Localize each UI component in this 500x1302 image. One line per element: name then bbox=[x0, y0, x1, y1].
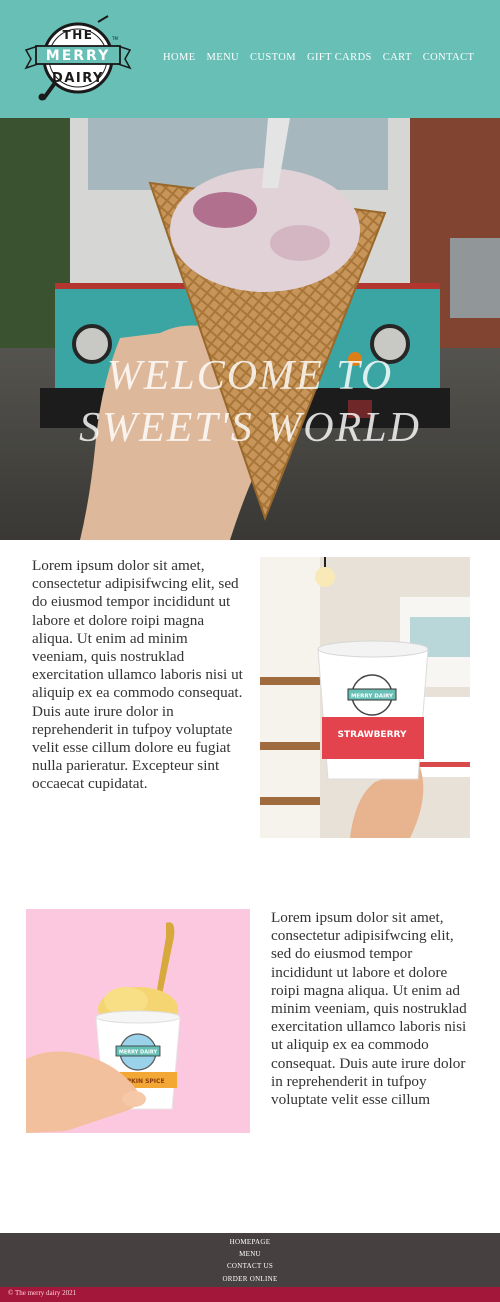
copyright-bar: © The merry dairy 2021 bbox=[0, 1287, 500, 1302]
nav-contact[interactable]: CONTACT bbox=[423, 52, 475, 63]
hero-title-line-2: SWEET'S WORLD bbox=[79, 405, 421, 451]
site-header: THE MERRY DAIRY TM HOME MENU CUSTOM GIFT… bbox=[0, 0, 500, 118]
nav-gift-cards[interactable]: GIFT CARDS bbox=[307, 52, 372, 63]
hero-image bbox=[0, 118, 500, 540]
pumpkin-spice-cup-photo: MERRY DAIRY PUMPKIN SPICE bbox=[26, 909, 250, 1133]
strawberry-cup-photo: MERRY DAIRY STRAWBERRY bbox=[260, 557, 470, 838]
logo-trademark: TM bbox=[111, 36, 118, 41]
intro-paragraph: Lorem ipsum dolor sit amet, consectetur … bbox=[32, 557, 243, 793]
nav-home[interactable]: HOME bbox=[163, 52, 196, 63]
footer-link-order-online[interactable]: ORDER ONLINE bbox=[0, 1273, 500, 1285]
nav-custom[interactable]: CUSTOM bbox=[250, 52, 296, 63]
cup-flavor-label: STRAWBERRY bbox=[338, 730, 407, 740]
merry-dairy-logo[interactable]: THE MERRY DAIRY TM bbox=[22, 14, 134, 104]
logo-text-the: THE bbox=[63, 28, 94, 42]
footer-nav: HOMEPAGE MENU CONTACT US ORDER ONLINE bbox=[0, 1236, 500, 1285]
copyright-text: © The merry dairy 2021 bbox=[8, 1289, 77, 1297]
main-nav: HOME MENU CUSTOM GIFT CARDS CART CONTACT bbox=[163, 52, 474, 63]
footer-link-homepage[interactable]: HOMEPAGE bbox=[0, 1236, 500, 1248]
hero-title: WELCOME TO SWEET'S WORLD bbox=[0, 350, 500, 454]
hero-banner: WELCOME TO SWEET'S WORLD bbox=[0, 118, 500, 540]
nav-cart[interactable]: CART bbox=[383, 52, 412, 63]
footer-link-contact-us[interactable]: CONTACT US bbox=[0, 1260, 500, 1272]
nav-menu[interactable]: MENU bbox=[207, 52, 240, 63]
secondary-paragraph: Lorem ipsum dolor sit amet, consectetur … bbox=[271, 909, 467, 1109]
site-footer: HOMEPAGE MENU CONTACT US ORDER ONLINE bbox=[0, 1233, 500, 1287]
footer-link-menu[interactable]: MENU bbox=[0, 1248, 500, 1260]
logo-text-dairy: DAIRY bbox=[52, 71, 104, 86]
logo-text-merry: MERRY bbox=[46, 48, 110, 64]
cup-logo-text: MERRY DAIRY bbox=[351, 694, 394, 700]
cup-logo-text-2: MERRY DAIRY bbox=[119, 1050, 158, 1056]
hero-title-line-1: WELCOME TO bbox=[106, 353, 394, 399]
